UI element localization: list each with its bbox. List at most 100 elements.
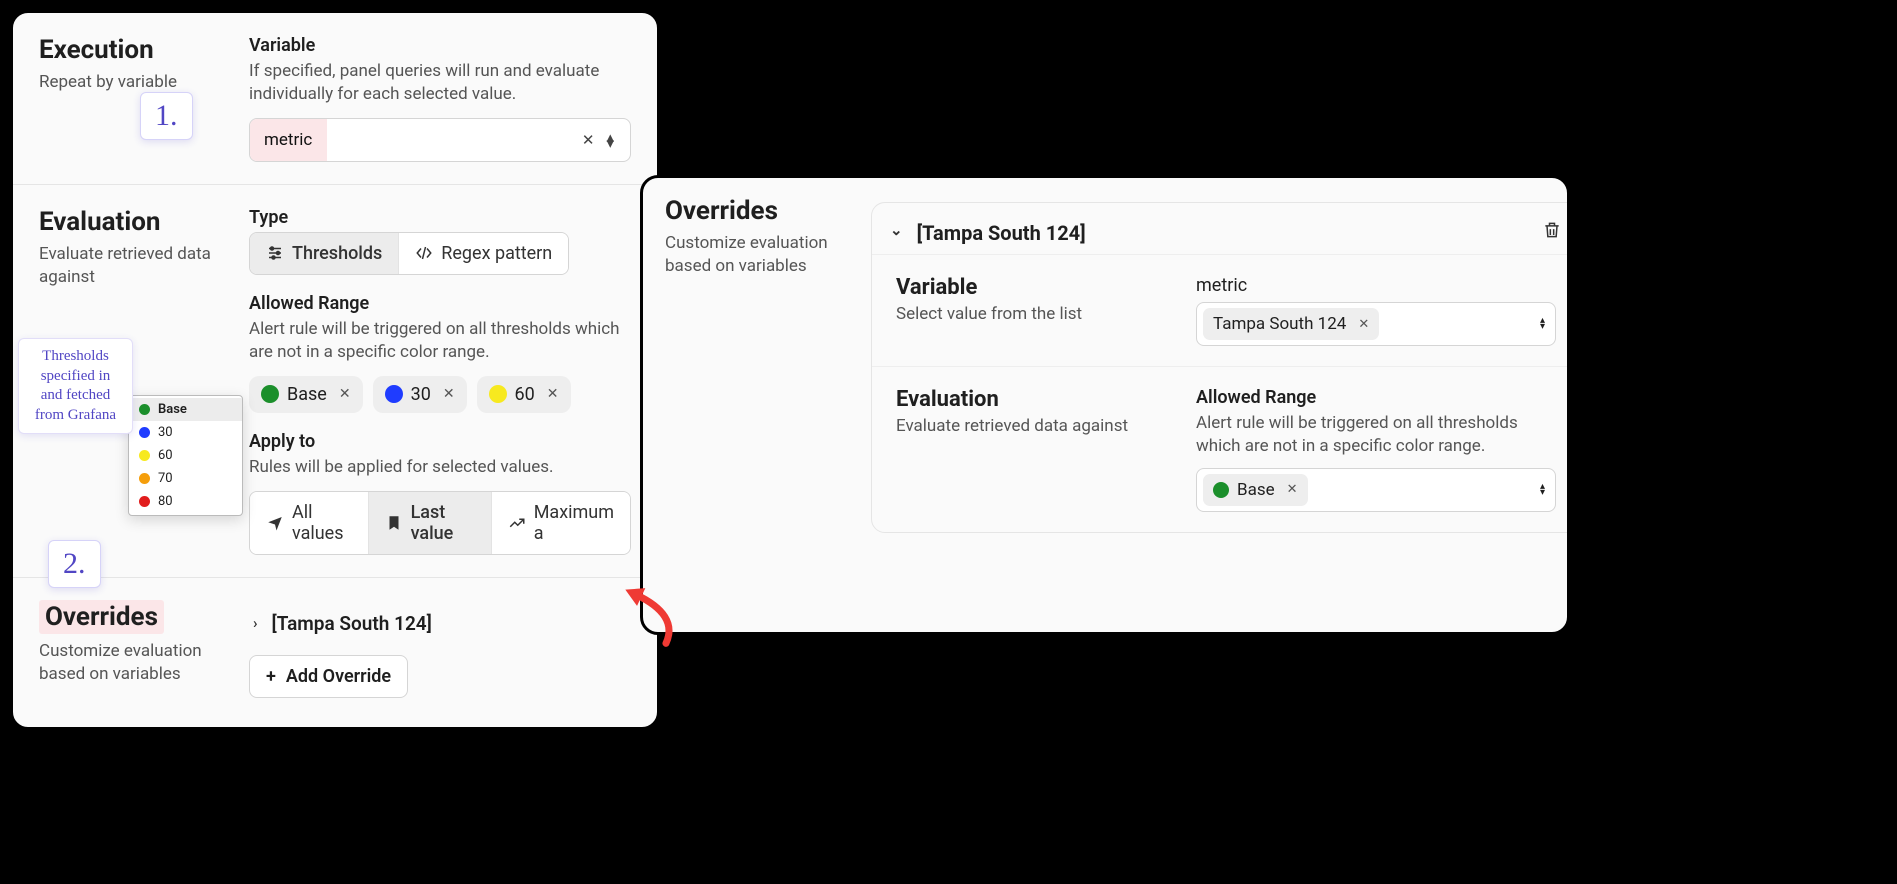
- override-card-title: [Tampa South 124]: [917, 221, 1086, 245]
- card-evaluation-subtitle: Evaluate retrieved data against: [896, 416, 1166, 436]
- callout-step-1: 1.: [140, 92, 193, 140]
- chevron-updown-icon[interactable]: [1540, 484, 1545, 496]
- clear-icon[interactable]: [576, 131, 601, 149]
- apply-to-desc: Rules will be applied for selected value…: [249, 456, 631, 479]
- type-thresholds-button[interactable]: Thresholds: [250, 233, 399, 274]
- apply-max-label: Maximum a: [534, 502, 614, 544]
- callout-step-2: 2.: [48, 540, 101, 588]
- range-pill-label: 60: [515, 384, 535, 405]
- card-section-variable: Variable Select value from the list metr…: [872, 254, 1570, 366]
- chart-icon: [508, 514, 526, 532]
- chevron-updown-icon[interactable]: [1540, 318, 1545, 330]
- type-thresholds-label: Thresholds: [292, 243, 382, 264]
- threshold-option-label: 80: [158, 494, 173, 509]
- dot-icon: [1213, 482, 1229, 498]
- sliders-icon: [266, 244, 284, 262]
- variable-desc: If specified, panel queries will run and…: [249, 60, 631, 106]
- card-variable-subtitle: Select value from the list: [896, 304, 1166, 324]
- section-execution: Execution Repeat by variable Variable If…: [13, 13, 657, 185]
- trash-icon[interactable]: [1542, 219, 1562, 246]
- code-icon: [415, 244, 433, 262]
- dot-icon: [139, 473, 150, 484]
- threshold-option-label: 60: [158, 448, 173, 463]
- threshold-dropdown-menu[interactable]: Base 30 60 70 80: [128, 395, 243, 516]
- card-variable-title: Variable: [896, 275, 1166, 300]
- send-icon: [266, 514, 284, 532]
- overrides-panel-right: Overrides Customize evaluation based on …: [640, 175, 1570, 635]
- execution-subtitle: Repeat by variable: [39, 71, 229, 94]
- dot-icon: [489, 385, 507, 403]
- variable-value-chip: metric: [250, 119, 327, 161]
- apply-all-label: All values: [292, 502, 352, 544]
- section-overrides: Overrides Customize evaluation based on …: [13, 578, 657, 720]
- threshold-option-label: Base: [158, 402, 187, 417]
- range-pill-30[interactable]: 30: [373, 376, 467, 413]
- threshold-option-label: 30: [158, 425, 173, 440]
- range-pill-label: Base: [287, 384, 327, 405]
- range-pill-base[interactable]: Base: [249, 376, 363, 413]
- override-card: [Tampa South 124] Variable Select value …: [871, 202, 1570, 533]
- override-item-label: [Tampa South 124]: [272, 612, 432, 635]
- range-pill-label: 30: [411, 384, 431, 405]
- card-allowed-range-desc: Alert rule will be triggered on all thre…: [1196, 412, 1556, 458]
- type-regex-button[interactable]: Regex pattern: [399, 233, 568, 274]
- overrides-title-text: Overrides: [39, 600, 164, 634]
- override-card-header[interactable]: [Tampa South 124]: [890, 221, 1086, 245]
- overrides-panel-subtitle: Customize evaluation based on variables: [665, 232, 855, 278]
- close-icon[interactable]: [1358, 317, 1369, 332]
- evaluation-title: Evaluation: [39, 207, 229, 237]
- close-icon[interactable]: [443, 386, 455, 402]
- overrides-title: Overrides: [39, 600, 229, 634]
- bookmark-icon: [385, 514, 403, 532]
- allowed-range-label: Allowed Range: [249, 293, 631, 314]
- threshold-option-80[interactable]: 80: [129, 490, 242, 513]
- close-icon[interactable]: [339, 386, 351, 402]
- range-pill-60[interactable]: 60: [477, 376, 571, 413]
- add-override-button[interactable]: Add Override: [249, 655, 408, 698]
- card-allowed-range-chip: Base: [1203, 474, 1308, 506]
- add-override-label: Add Override: [286, 666, 391, 687]
- dot-icon: [261, 385, 279, 403]
- dot-icon: [139, 427, 150, 438]
- close-icon[interactable]: [547, 386, 559, 402]
- card-evaluation-title: Evaluation: [896, 387, 1166, 412]
- dot-icon: [139, 450, 150, 461]
- overrides-subtitle: Customize evaluation based on variables: [39, 640, 229, 686]
- type-regex-label: Regex pattern: [441, 243, 552, 264]
- apply-last-label: Last value: [411, 502, 475, 544]
- type-segmented: Thresholds Regex pattern: [249, 232, 569, 275]
- override-item-collapsed[interactable]: [Tampa South 124]: [249, 600, 631, 647]
- threshold-option-70[interactable]: 70: [129, 467, 242, 490]
- apply-max-button[interactable]: Maximum a: [492, 492, 630, 554]
- dot-icon: [385, 385, 403, 403]
- apply-to-segmented: All values Last value Maximum a: [249, 491, 631, 555]
- card-allowed-range-select[interactable]: Base: [1196, 468, 1556, 512]
- card-variable-field-label: metric: [1196, 275, 1556, 296]
- evaluation-subtitle: Evaluate retrieved data against: [39, 243, 229, 289]
- threshold-option-label: 70: [158, 471, 173, 486]
- variable-select[interactable]: metric: [249, 118, 631, 162]
- plus-icon: [266, 666, 276, 687]
- threshold-option-base[interactable]: Base: [129, 398, 242, 421]
- card-variable-select[interactable]: Tampa South 124: [1196, 302, 1556, 346]
- callout-thresholds-note: Thresholds specified in and fetched from…: [18, 338, 133, 434]
- overrides-panel-title: Overrides: [665, 196, 855, 226]
- allowed-range-pills: Base 30 60: [249, 376, 631, 413]
- card-section-evaluation: Evaluation Evaluate retrieved data again…: [872, 366, 1570, 532]
- chevron-right-icon: [253, 614, 258, 632]
- type-label: Type: [249, 207, 631, 228]
- dot-icon: [139, 496, 150, 507]
- chevron-updown-icon[interactable]: [600, 134, 620, 146]
- close-icon[interactable]: [1287, 482, 1298, 497]
- chevron-down-icon: [890, 224, 903, 242]
- card-variable-chip-label: Tampa South 124: [1213, 314, 1346, 334]
- apply-last-button[interactable]: Last value: [369, 492, 492, 554]
- apply-all-button[interactable]: All values: [250, 492, 369, 554]
- execution-title: Execution: [39, 35, 229, 65]
- threshold-option-30[interactable]: 30: [129, 421, 242, 444]
- card-allowed-range-label: Allowed Range: [1196, 387, 1556, 408]
- variable-label: Variable: [249, 35, 631, 56]
- dot-icon: [139, 404, 150, 415]
- threshold-option-60[interactable]: 60: [129, 444, 242, 467]
- apply-to-label: Apply to: [249, 431, 631, 452]
